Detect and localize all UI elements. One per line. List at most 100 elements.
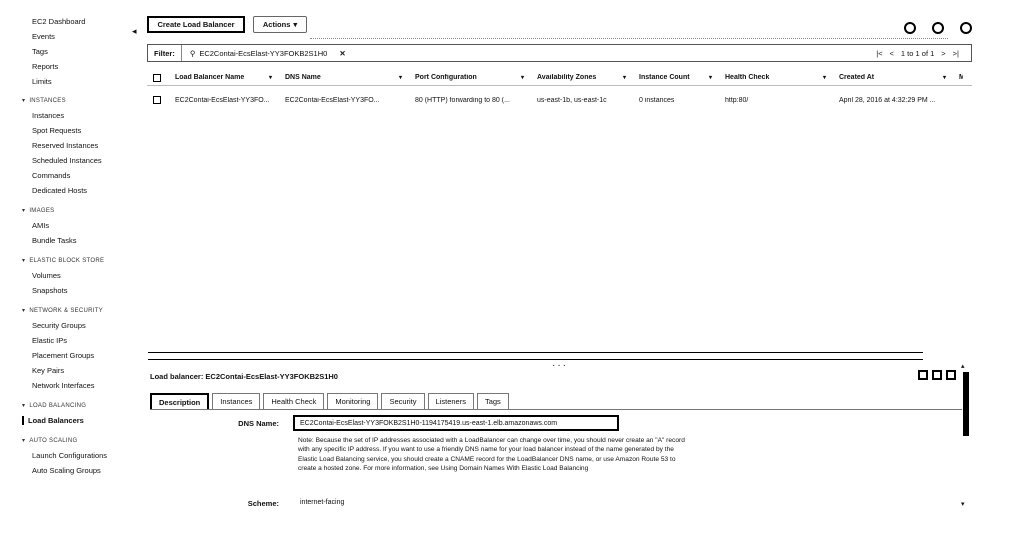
- column-header[interactable]: Availability Zones: [537, 74, 625, 81]
- detail-title: Load balancer: EC2Contai-EcsElast-YY3FOK…: [150, 372, 338, 381]
- sidebar-section-title[interactable]: IMAGES: [22, 207, 54, 214]
- filter-remove-button[interactable]: ✕: [339, 49, 345, 58]
- tab-tags[interactable]: Tags: [476, 393, 509, 409]
- sort-icon[interactable]: ▾: [943, 74, 946, 81]
- column-header[interactable]: Port Configuration: [415, 74, 523, 81]
- row-checkbox[interactable]: [153, 96, 161, 104]
- sidebar-section-title[interactable]: AUTO SCALING: [22, 437, 77, 444]
- layout-minimize-icon[interactable]: [946, 370, 956, 380]
- sidebar-item[interactable]: Commands: [32, 171, 70, 180]
- sort-icon[interactable]: ▾: [709, 74, 712, 81]
- select-all-checkbox[interactable]: [153, 74, 161, 82]
- create-load-balancer-button[interactable]: Create Load Balancer: [147, 16, 245, 33]
- sidebar-collapse-icon[interactable]: ◂: [132, 26, 137, 37]
- filter-label: Filter:: [148, 45, 182, 61]
- sidebar-item[interactable]: Volumes: [32, 271, 61, 280]
- sidebar-item[interactable]: Elastic IPs: [32, 336, 67, 345]
- detail-tabs: Description Instances Health Check Monitori…: [150, 393, 512, 409]
- scheme-label: Scheme:: [247, 499, 279, 508]
- tab-description[interactable]: Description: [150, 393, 210, 409]
- sidebar-item[interactable]: Reserved Instances: [32, 141, 98, 150]
- toolbar-divider: [310, 38, 948, 39]
- sidebar-section-title[interactable]: ELASTIC BLOCK STORE: [22, 257, 104, 264]
- next-page-button[interactable]: >: [941, 49, 945, 58]
- filter-bar: Filter: ⚲ EC2Contai-EcsElast-YY3FOKB2S1H…: [147, 44, 972, 62]
- sidebar-item[interactable]: Spot Requests: [32, 126, 81, 135]
- column-header[interactable]: DNS Name: [285, 74, 401, 81]
- column-header[interactable]: Load Balancer Name: [175, 74, 271, 81]
- tab-underline: [150, 409, 962, 410]
- last-page-button[interactable]: >|: [953, 49, 959, 58]
- sidebar-section-title[interactable]: INSTANCES: [22, 97, 66, 104]
- sidebar-item[interactable]: Security Groups: [32, 321, 86, 330]
- sidebar-item[interactable]: Load Balancers: [22, 416, 84, 425]
- sidebar-item[interactable]: Auto Scaling Groups: [32, 466, 101, 475]
- tab-instances[interactable]: Instances: [212, 393, 261, 409]
- sort-icon[interactable]: ▾: [521, 74, 524, 81]
- sidebar-item[interactable]: Dedicated Hosts: [32, 186, 87, 195]
- table-row[interactable]: EC2Contai-EcsElast-YY3FO... EC2Contai-Ecs…: [147, 92, 972, 108]
- layout-split-icon[interactable]: [932, 370, 942, 380]
- sidebar: EC2 Dashboard Events Tags Reports Limits INST…: [0, 0, 135, 550]
- tab-monitoring[interactable]: Monitoring: [327, 393, 379, 409]
- sidebar-item[interactable]: Bundle Tasks: [32, 236, 76, 245]
- sidebar-item[interactable]: Key Pairs: [32, 366, 64, 375]
- sort-icon[interactable]: ▾: [823, 74, 826, 81]
- sidebar-section-title[interactable]: LOAD BALANCING: [22, 402, 86, 409]
- drag-handle-icon[interactable]: ···: [552, 361, 568, 371]
- table-cell: EC2Contai-EcsElast-YY3FO...: [175, 96, 270, 104]
- scheme-value: internet-facing: [300, 499, 345, 506]
- refresh-icon[interactable]: [904, 22, 916, 34]
- table-cell: http:80/: [725, 96, 749, 104]
- sort-icon[interactable]: ▾: [623, 74, 626, 81]
- tab-security[interactable]: Security: [381, 393, 425, 409]
- sidebar-item[interactable]: Scheduled Instances: [32, 156, 102, 165]
- table-cell: EC2Contai-EcsElast-YY3FO...: [285, 96, 380, 104]
- prev-page-button[interactable]: <: [890, 49, 894, 58]
- pane-splitter[interactable]: [148, 352, 923, 360]
- sidebar-item[interactable]: Tags: [32, 47, 48, 56]
- filter-token: EC2Contai-EcsElast-YY3FOKB2S1H0: [199, 48, 328, 58]
- sidebar-item[interactable]: Reports: [32, 62, 58, 71]
- scroll-up-icon[interactable]: ▴: [961, 362, 965, 370]
- chevron-down-icon: ▾: [293, 20, 298, 29]
- sort-icon[interactable]: ▾: [269, 74, 272, 81]
- table-cell: April 28, 2016 at 4:32:29 PM ...: [839, 96, 936, 104]
- sidebar-item[interactable]: Snapshots: [32, 286, 67, 295]
- page-status: 1 to 1 of 1: [900, 48, 935, 58]
- search-icon: ⚲: [189, 48, 196, 58]
- table-cell: us-east-1b, us-east-1c: [537, 96, 607, 104]
- detail-scrollbar[interactable]: [963, 372, 969, 436]
- actions-dropdown[interactable]: Actions ▾: [253, 16, 307, 33]
- sidebar-item[interactable]: AMIs: [32, 221, 49, 230]
- first-page-button[interactable]: |<: [876, 49, 882, 58]
- sidebar-item[interactable]: Instances: [32, 111, 64, 120]
- help-icon[interactable]: [960, 22, 972, 34]
- column-header[interactable]: Health Check: [725, 74, 825, 81]
- sidebar-item[interactable]: Limits: [32, 77, 52, 86]
- dns-note: Note: Because the set of IP addresses as…: [298, 437, 685, 472]
- tab-health-check[interactable]: Health Check: [263, 393, 325, 409]
- sidebar-section-title[interactable]: NETWORK & SECURITY: [22, 307, 103, 314]
- sidebar-item[interactable]: Events: [32, 32, 55, 41]
- column-header[interactable]: Instance Count: [639, 74, 711, 81]
- sidebar-item[interactable]: EC2 Dashboard: [32, 17, 85, 26]
- sidebar-item[interactable]: Launch Configurations: [32, 451, 107, 460]
- column-header[interactable]: Mo: [959, 74, 963, 81]
- scroll-down-icon[interactable]: ▾: [961, 500, 965, 508]
- column-header[interactable]: Created At: [839, 74, 945, 81]
- tab-listeners[interactable]: Listeners: [427, 393, 474, 409]
- layout-full-icon[interactable]: [918, 370, 928, 380]
- pagination: |< < 1 to 1 of 1 > >|: [876, 49, 959, 58]
- sidebar-item[interactable]: Network Interfaces: [32, 381, 95, 390]
- dns-name-value[interactable]: EC2Contai-EcsElast-YY3FOKB2S1H0-11941754…: [293, 415, 619, 431]
- filter-input[interactable]: ⚲ EC2Contai-EcsElast-YY3FOKB2S1H0 ✕: [182, 49, 346, 58]
- table-header: Load Balancer Name ▾ DNS Name ▾ Port Configu…: [147, 70, 972, 86]
- sidebar-item[interactable]: Placement Groups: [32, 351, 94, 360]
- gear-icon[interactable]: [932, 22, 944, 34]
- pane-layout-icons: [918, 370, 956, 380]
- sort-icon[interactable]: ▾: [399, 74, 402, 81]
- dns-name-label: DNS Name:: [238, 419, 279, 428]
- top-icon-group: [904, 22, 972, 34]
- table-cell: 80 (HTTP) forwarding to 80 (...: [415, 96, 510, 104]
